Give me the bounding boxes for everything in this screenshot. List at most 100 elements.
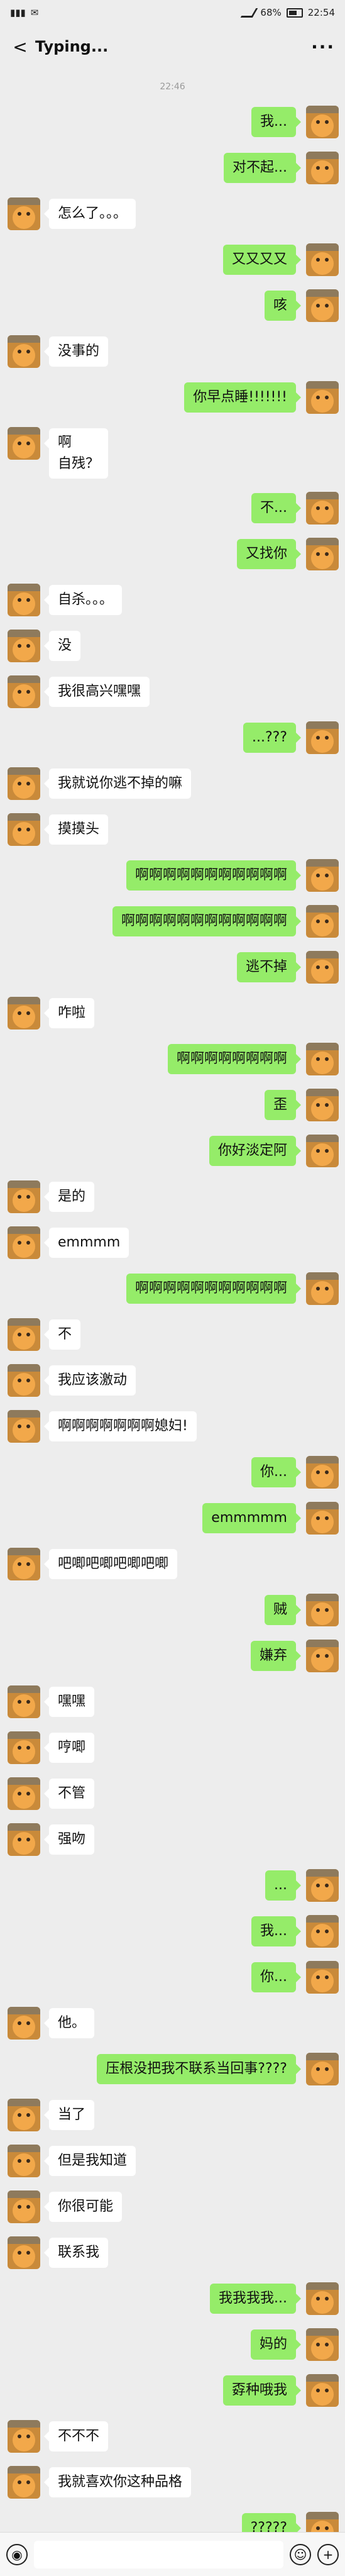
incoming-message-bubble[interactable]: 是的 — [43, 1182, 95, 1212]
my-avatar[interactable] — [306, 2328, 339, 2361]
incoming-message-bubble[interactable]: 咋啦 — [43, 998, 95, 1028]
outgoing-message-bubble[interactable]: 孬种哦我 — [222, 2375, 302, 2406]
back-button[interactable]: < — [10, 36, 30, 57]
voice-button[interactable]: ◉ — [6, 2543, 28, 2565]
outgoing-message-bubble[interactable]: 对不起... — [224, 153, 301, 183]
incoming-message-bubble[interactable]: emmmm — [43, 1228, 129, 1258]
outgoing-message-bubble[interactable]: 又找你 — [236, 539, 302, 569]
contact-avatar[interactable] — [8, 1318, 40, 1351]
my-avatar[interactable] — [306, 106, 339, 138]
outgoing-message-bubble[interactable]: 逃不掉 — [236, 952, 302, 982]
contact-avatar[interactable] — [8, 1410, 40, 1443]
outgoing-message-bubble[interactable]: 我... — [251, 1916, 301, 1946]
my-avatar[interactable] — [306, 1915, 339, 1948]
outgoing-message-bubble[interactable]: ...??? — [243, 723, 302, 753]
outgoing-message-bubble[interactable]: 啊啊啊啊啊啊啊啊 — [167, 1044, 302, 1074]
message-list[interactable]: 我... 对不起... 怎么了。。。 又又又又 咳 没事的 你早点睡!!!!!!… — [0, 106, 345, 2558]
outgoing-message-bubble[interactable]: 不... — [251, 493, 301, 523]
contact-avatar[interactable] — [8, 335, 40, 368]
contact-avatar[interactable] — [8, 2007, 40, 2040]
my-avatar[interactable] — [306, 1272, 339, 1305]
outgoing-message-bubble[interactable]: 你好淡定阿 — [209, 1136, 302, 1166]
outgoing-message-bubble[interactable]: 歪 — [264, 1090, 302, 1120]
outgoing-message-bubble[interactable]: 啊啊啊啊啊啊啊啊啊啊啊啊 — [112, 906, 302, 936]
outgoing-message-bubble[interactable]: 妈的 — [250, 2329, 302, 2360]
my-avatar[interactable] — [306, 289, 339, 322]
my-avatar[interactable] — [306, 243, 339, 276]
my-avatar[interactable] — [306, 2374, 339, 2407]
incoming-message-bubble[interactable]: 啊 自残？ — [43, 428, 109, 479]
incoming-message-bubble[interactable]: 但是我知道 — [43, 2146, 136, 2176]
incoming-message-bubble[interactable]: 自杀。。。 — [43, 585, 123, 615]
my-avatar[interactable] — [306, 1869, 339, 1902]
incoming-message-bubble[interactable]: 不管 — [43, 1779, 95, 1809]
outgoing-message-bubble[interactable]: 啊啊啊啊啊啊啊啊啊啊啊 — [126, 860, 302, 891]
contact-avatar[interactable] — [8, 675, 40, 708]
my-avatar[interactable] — [306, 1594, 339, 1626]
contact-avatar[interactable] — [8, 427, 40, 460]
incoming-message-bubble[interactable]: 啊啊啊啊啊啊啊媳妇! — [44, 1411, 197, 1441]
outgoing-message-bubble[interactable]: 我... — [251, 107, 301, 137]
incoming-message-bubble[interactable]: 没事的 — [43, 336, 109, 367]
contact-avatar[interactable] — [8, 584, 40, 616]
incoming-message-bubble[interactable]: 哼唧 — [43, 1733, 95, 1763]
contact-avatar[interactable] — [8, 997, 40, 1030]
plus-button[interactable]: + — [317, 2543, 339, 2565]
incoming-message-bubble[interactable]: 怎么了。。。 — [43, 199, 136, 229]
contact-avatar[interactable] — [8, 813, 40, 846]
contact-avatar[interactable] — [8, 1777, 40, 1810]
emoji-button[interactable]: ☺ — [290, 2543, 311, 2565]
outgoing-message-bubble[interactable]: 压根没把我不联系当回事???? — [97, 2054, 301, 2084]
incoming-message-bubble[interactable]: 你很可能 — [43, 2192, 123, 2222]
incoming-message-bubble[interactable]: 不 — [43, 1319, 81, 1350]
my-avatar[interactable] — [306, 1640, 339, 1672]
contact-avatar[interactable] — [8, 2236, 40, 2269]
contact-avatar[interactable] — [8, 1685, 40, 1718]
incoming-message-bubble[interactable]: 他。 — [43, 2008, 95, 2038]
my-avatar[interactable] — [306, 152, 339, 184]
my-avatar[interactable] — [306, 1961, 339, 1994]
incoming-message-bubble[interactable]: 我很高兴嘿嘿 — [43, 677, 150, 707]
message-input[interactable] — [34, 2540, 283, 2568]
contact-avatar[interactable] — [8, 1548, 40, 1580]
outgoing-message-bubble[interactable]: 啊啊啊啊啊啊啊啊啊啊啊 — [126, 1274, 302, 1304]
contact-avatar[interactable] — [8, 2099, 40, 2131]
outgoing-message-bubble[interactable]: 你... — [251, 1457, 301, 1487]
outgoing-message-bubble[interactable]: ... — [265, 1870, 301, 1901]
outgoing-message-bubble[interactable]: 你早点睡!!!!!!! — [184, 382, 301, 413]
my-avatar[interactable] — [306, 1456, 339, 1489]
outgoing-message-bubble[interactable]: 你... — [251, 1962, 301, 1992]
my-avatar[interactable] — [306, 951, 339, 984]
outgoing-message-bubble[interactable]: 我我我我... — [210, 2284, 301, 2314]
my-avatar[interactable] — [306, 381, 339, 414]
my-avatar[interactable] — [306, 538, 339, 570]
more-button[interactable]: ··· — [311, 36, 335, 57]
outgoing-message-bubble[interactable]: 嫌弃 — [250, 1641, 302, 1671]
my-avatar[interactable] — [306, 905, 339, 938]
contact-avatar[interactable] — [8, 1180, 40, 1213]
my-avatar[interactable] — [306, 2282, 339, 2315]
my-avatar[interactable] — [306, 1135, 339, 1167]
outgoing-message-bubble[interactable]: 贼 — [264, 1595, 302, 1625]
my-avatar[interactable] — [306, 1089, 339, 1121]
incoming-message-bubble[interactable]: 没 — [43, 631, 81, 661]
contact-avatar[interactable] — [8, 2145, 40, 2177]
contact-avatar[interactable] — [8, 2466, 40, 2499]
incoming-message-bubble[interactable]: 不不不 — [43, 2421, 109, 2451]
incoming-message-bubble[interactable]: 联系我 — [43, 2238, 109, 2268]
my-avatar[interactable] — [306, 492, 339, 525]
contact-avatar[interactable] — [8, 197, 40, 230]
incoming-message-bubble[interactable]: 吧唧吧唧吧唧吧唧 — [43, 1549, 178, 1579]
my-avatar[interactable] — [306, 721, 339, 754]
outgoing-message-bubble[interactable]: emmmmm — [202, 1503, 301, 1533]
my-avatar[interactable] — [306, 1043, 339, 1075]
incoming-message-bubble[interactable]: 摸摸头 — [43, 814, 109, 845]
incoming-message-bubble[interactable]: 强吻 — [43, 1824, 95, 1855]
incoming-message-bubble[interactable]: 当了 — [43, 2100, 95, 2130]
incoming-message-bubble[interactable]: 我就说你逃不掉的嘛 — [43, 769, 192, 799]
outgoing-message-bubble[interactable]: 咳 — [264, 291, 302, 321]
incoming-message-bubble[interactable]: 我就喜欢你这种品格 — [43, 2467, 192, 2497]
contact-avatar[interactable] — [8, 2190, 40, 2223]
contact-avatar[interactable] — [8, 630, 40, 662]
contact-avatar[interactable] — [8, 1226, 40, 1259]
